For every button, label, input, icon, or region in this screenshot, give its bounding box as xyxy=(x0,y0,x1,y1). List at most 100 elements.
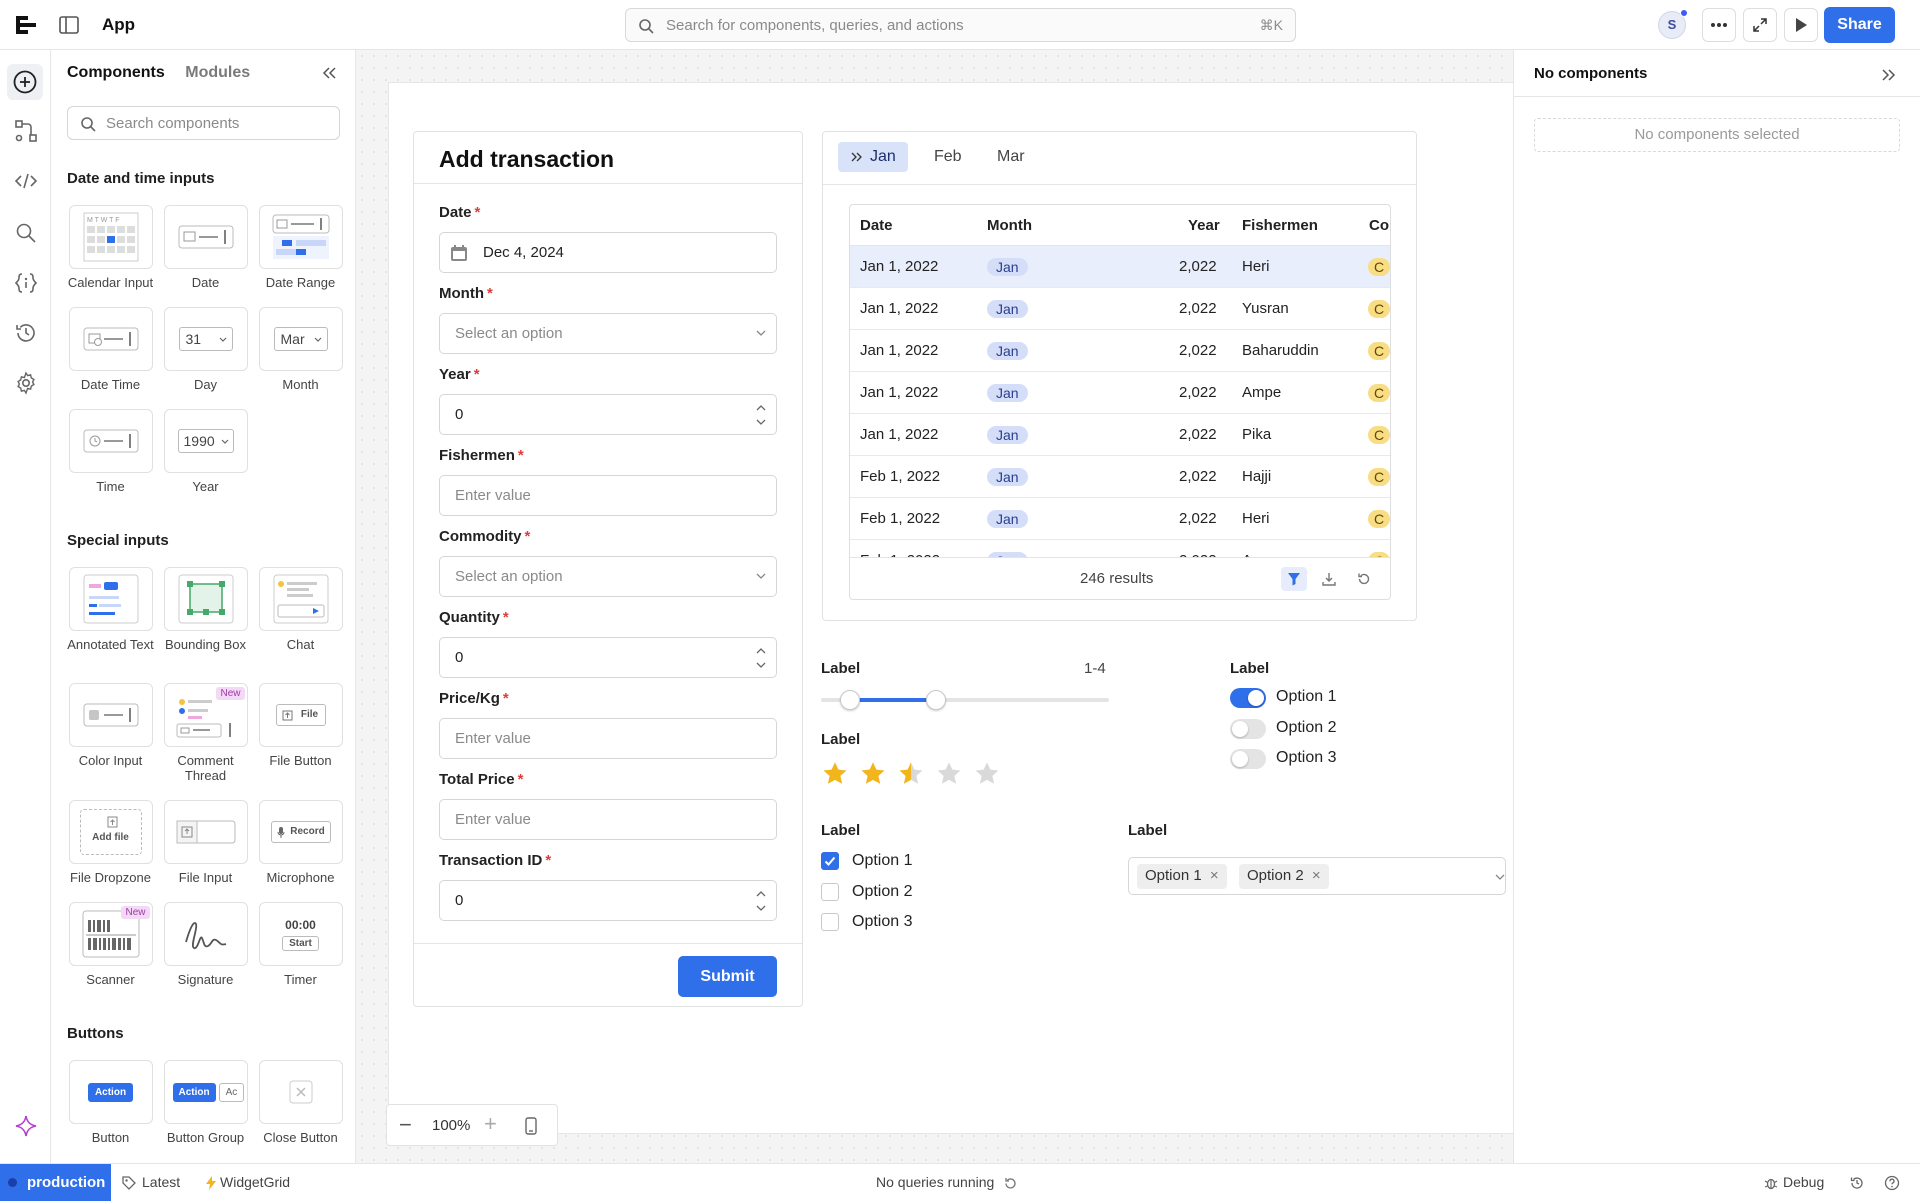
global-search-input[interactable]: Search for components, queries, and acti… xyxy=(625,8,1296,42)
range-slider[interactable] xyxy=(821,690,1109,710)
tile-comment-thread[interactable]: New Comment Thread xyxy=(158,683,253,783)
sidebar-toggle-icon[interactable] xyxy=(58,14,80,36)
debug-button[interactable]: Debug xyxy=(1764,1174,1824,1190)
collapse-panel-icon[interactable] xyxy=(321,66,337,80)
assistant-sparkle-icon[interactable] xyxy=(13,1113,39,1139)
tile-annotated-text[interactable]: Annotated Text xyxy=(63,567,158,652)
tile-close-button[interactable]: Close Button xyxy=(253,1060,348,1145)
help-icon[interactable] xyxy=(1884,1175,1900,1191)
quantity-field[interactable]: 0 xyxy=(439,637,777,678)
table-row[interactable]: Feb 1, 2022 Jan 2,022 Heri C xyxy=(850,498,1390,540)
month-select[interactable]: Select an option xyxy=(439,313,777,354)
commodity-select[interactable]: Select an option xyxy=(439,556,777,597)
zoom-out-icon[interactable]: − xyxy=(399,1112,412,1138)
search-icon[interactable] xyxy=(13,220,39,246)
tile-file-input[interactable]: File Input xyxy=(158,800,253,885)
add-component-icon[interactable] xyxy=(7,64,43,100)
tile-month[interactable]: Mar Month xyxy=(253,307,348,392)
star-icon[interactable] xyxy=(973,760,1001,788)
multiselect-input[interactable]: Option 1 × Option 2 × xyxy=(1128,857,1506,895)
table-row[interactable]: Jan 1, 2022 Jan 2,022 Baharuddin C xyxy=(850,330,1390,372)
avatar[interactable]: S xyxy=(1658,9,1688,39)
star-rating[interactable] xyxy=(821,760,1021,790)
column-header-date[interactable]: Date xyxy=(860,217,893,234)
total-price-field[interactable]: Enter value xyxy=(439,799,777,840)
tile-signature[interactable]: Signature xyxy=(158,902,253,987)
version-indicator[interactable]: Latest xyxy=(122,1174,180,1191)
star-icon[interactable] xyxy=(935,760,963,788)
price-kg-field[interactable]: Enter value xyxy=(439,718,777,759)
component-search-input[interactable]: Search components xyxy=(67,106,340,140)
tile-date-time[interactable]: Date Time xyxy=(63,307,158,392)
tile-color-input[interactable]: Color Input xyxy=(63,683,158,768)
plugin-indicator[interactable]: WidgetGrid xyxy=(206,1174,290,1191)
table-row[interactable]: Jan 1, 2022 Jan 2,022 Pika C xyxy=(850,414,1390,456)
checkbox-option-1[interactable] xyxy=(821,852,839,870)
tile-chat[interactable]: Chat xyxy=(253,567,348,652)
date-field[interactable]: Dec 4, 2024 xyxy=(439,232,777,273)
transactions-table[interactable]: Date Month Year Fishermen Co Jan 1, 2022… xyxy=(849,204,1391,600)
tile-bounding-box[interactable]: Bounding Box xyxy=(158,567,253,652)
tile-file-dropzone[interactable]: Add file File Dropzone xyxy=(63,800,158,885)
app-title[interactable]: App xyxy=(102,15,135,35)
switch-option-1[interactable] xyxy=(1230,688,1266,708)
star-icon[interactable] xyxy=(859,760,887,788)
history-icon[interactable] xyxy=(1849,1175,1865,1191)
environment-badge[interactable]: production xyxy=(0,1164,111,1201)
slider-handle-low[interactable] xyxy=(839,690,860,710)
tile-button-group[interactable]: Action Ac Button Group xyxy=(158,1060,253,1145)
stepper-icon[interactable] xyxy=(756,646,766,670)
table-row[interactable]: Jan 1, 2022 Jan 2,022 Yusran C xyxy=(850,288,1390,330)
tile-button[interactable]: Action Button xyxy=(63,1060,158,1145)
fullscreen-button[interactable] xyxy=(1743,8,1777,42)
editor-canvas[interactable]: Add transaction Date * Dec 4, 2024 Month *… xyxy=(356,50,1513,1163)
column-header-commodity[interactable]: Co xyxy=(1369,217,1389,234)
stepper-icon[interactable] xyxy=(756,403,766,427)
multiselect-tag[interactable]: Option 1 × xyxy=(1137,864,1227,889)
multiselect-tag[interactable]: Option 2 × xyxy=(1239,864,1329,889)
checkbox-option-3[interactable] xyxy=(821,913,839,931)
slider-handle-high[interactable] xyxy=(926,690,947,710)
switch-option-2[interactable] xyxy=(1230,719,1266,739)
refresh-icon[interactable] xyxy=(1351,567,1377,591)
transaction-id-field[interactable]: 0 xyxy=(439,880,777,921)
tile-scanner[interactable]: New Scanner xyxy=(63,902,158,987)
table-row[interactable]: Feb 1, 2022 Jan 2,022 Hajji C xyxy=(850,456,1390,498)
fishermen-field[interactable]: Enter value xyxy=(439,475,777,516)
column-header-year[interactable]: Year xyxy=(1188,217,1220,234)
retool-logo-icon[interactable] xyxy=(14,13,38,37)
tag-remove-icon[interactable]: × xyxy=(1210,867,1219,884)
submit-button[interactable]: Submit xyxy=(678,956,777,997)
tile-time[interactable]: Time xyxy=(63,409,158,494)
tab-components[interactable]: Components xyxy=(67,64,165,81)
column-header-month[interactable]: Month xyxy=(987,217,1032,234)
tab-feb[interactable]: Feb xyxy=(922,142,974,172)
tile-microphone[interactable]: Record Microphone xyxy=(253,800,348,885)
preview-button[interactable] xyxy=(1784,8,1818,42)
filter-icon[interactable] xyxy=(1281,567,1307,591)
tile-timer[interactable]: 00:00 Start Timer xyxy=(253,902,348,987)
settings-gear-icon[interactable] xyxy=(13,370,39,396)
expand-panel-icon[interactable] xyxy=(1881,68,1897,82)
table-row[interactable]: Jan 1, 2022 Jan 2,022 Heri C xyxy=(850,246,1390,288)
year-field[interactable]: 0 xyxy=(439,394,777,435)
tile-date-range[interactable]: Date Range xyxy=(253,205,348,290)
stepper-icon[interactable] xyxy=(756,889,766,913)
download-icon[interactable] xyxy=(1316,567,1342,591)
tile-file-button[interactable]: File File Button xyxy=(253,683,348,768)
switch-option-3[interactable] xyxy=(1230,749,1266,769)
checkbox-option-2[interactable] xyxy=(821,883,839,901)
chevron-down-icon[interactable] xyxy=(1495,874,1505,880)
more-options-button[interactable] xyxy=(1702,8,1736,42)
column-header-fishermen[interactable]: Fishermen xyxy=(1242,217,1318,234)
tab-mar[interactable]: Mar xyxy=(985,142,1037,172)
star-icon[interactable] xyxy=(821,760,849,788)
zoom-in-icon[interactable]: + xyxy=(484,1111,497,1137)
tile-day[interactable]: 31 Day xyxy=(158,307,253,392)
tab-jan[interactable]: Jan xyxy=(838,142,908,172)
tile-calendar-input[interactable]: M T W T F Calendar Input xyxy=(63,205,158,290)
code-icon[interactable] xyxy=(13,168,39,194)
workflow-icon[interactable] xyxy=(13,118,39,144)
state-icon[interactable] xyxy=(13,270,39,296)
tab-modules[interactable]: Modules xyxy=(185,64,250,81)
